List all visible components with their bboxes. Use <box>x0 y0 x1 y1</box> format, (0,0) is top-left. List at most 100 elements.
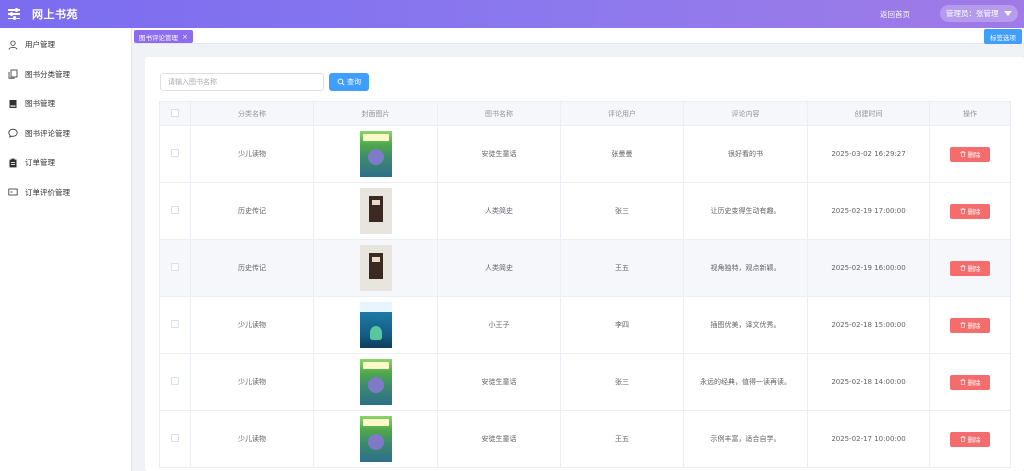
sidebar-item-order-reviews[interactable]: 订单评价管理 <box>0 178 131 208</box>
category-cell: 少儿读物 <box>190 125 314 183</box>
row-checkbox[interactable] <box>171 149 179 157</box>
tab-book-comments[interactable]: 图书评论管理 × <box>134 30 193 43</box>
book-cover-image <box>359 131 392 177</box>
book-cover-image <box>359 188 392 234</box>
comment-content-cell: 插图优美，译文优秀。 <box>683 296 808 354</box>
sidebar: 用户管理 图书分类管理 图书管理 图书评论管理 订单管理 订单评价管理 <box>0 28 132 471</box>
table-row: 少儿读物 安徒生童话 王五 示例丰富，适合自学。 2025-02-17 10:0… <box>159 410 1011 468</box>
search-icon <box>337 78 345 86</box>
delete-icon <box>960 379 965 385</box>
delete-button[interactable]: 删除 <box>950 374 990 390</box>
comment-content-cell: 很好看的书 <box>683 125 808 183</box>
tab-options-button[interactable]: 标签选项 <box>984 29 1022 44</box>
user-icon <box>8 40 18 50</box>
sidebar-item-users[interactable]: 用户管理 <box>0 30 131 60</box>
search-button[interactable]: 查询 <box>329 73 369 91</box>
delete-icon <box>960 322 965 328</box>
caret-down-icon <box>1004 11 1012 16</box>
comment-content-cell: 永远的经典，值得一读再读。 <box>683 353 808 411</box>
content-panel: 查询 分类名称 封面图片 图书名称 评论用户 评论内容 创建时间 操作 少儿读物 <box>145 57 1024 471</box>
user-label: 管理员：张管理 <box>946 9 999 18</box>
return-home-link[interactable]: 返回首页 <box>880 9 910 20</box>
category-cell: 少儿读物 <box>190 353 314 411</box>
delete-button[interactable]: 删除 <box>950 317 990 333</box>
created-time-cell: 2025-02-19 16:00:00 <box>807 239 930 297</box>
book-name-cell: 人类简史 <box>437 182 561 240</box>
tickets-icon <box>8 187 18 197</box>
created-time-cell: 2025-02-18 14:00:00 <box>807 353 930 411</box>
row-checkbox[interactable] <box>171 263 179 271</box>
comment-user-cell: 李四 <box>560 296 684 354</box>
created-time-cell: 2025-02-18 15:00:00 <box>807 296 930 354</box>
book-name-search-input[interactable] <box>160 73 324 91</box>
table-row: 历史传记 人类简史 张三 让历史变得生动有趣。 2025-02-19 17:00… <box>159 182 1011 240</box>
book-icon <box>8 99 18 109</box>
sidebar-item-label: 图书评论管理 <box>25 128 70 138</box>
column-header: 评论用户 <box>560 101 684 126</box>
delete-icon <box>960 265 965 271</box>
row-checkbox[interactable] <box>171 434 179 442</box>
tabs-bar: 图书评论管理 × 标签选项 <box>132 28 1024 44</box>
delete-button[interactable]: 删除 <box>950 431 990 447</box>
comment-user-cell: 张三 <box>560 182 684 240</box>
sidebar-item-orders[interactable]: 订单管理 <box>0 148 131 178</box>
sidebar-item-label: 图书管理 <box>25 99 55 109</box>
delete-icon <box>960 208 965 214</box>
sidebar-item-book-categories[interactable]: 图书分类管理 <box>0 60 131 90</box>
category-cell: 少儿读物 <box>190 410 314 468</box>
app-title: 网上书苑 <box>32 8 78 21</box>
comment-content-cell: 示例丰富，适合自学。 <box>683 410 808 468</box>
delete-button[interactable]: 删除 <box>950 203 990 219</box>
tab-label: 图书评论管理 <box>139 33 178 42</box>
book-cover-image <box>359 302 392 348</box>
delete-label: 删除 <box>967 151 981 159</box>
column-header: 创建时间 <box>807 101 930 126</box>
delete-label: 删除 <box>967 208 981 216</box>
sidebar-item-books[interactable]: 图书管理 <box>0 89 131 119</box>
book-name-cell: 人类简史 <box>437 239 561 297</box>
book-cover-image <box>359 359 392 405</box>
sidebar-item-label: 订单评价管理 <box>25 187 70 197</box>
search-button-label: 查询 <box>347 78 361 86</box>
sidebar-item-label: 图书分类管理 <box>25 69 70 79</box>
delete-button[interactable]: 删除 <box>950 146 990 162</box>
sidebar-item-book-comments[interactable]: 图书评论管理 <box>0 119 131 149</box>
row-checkbox[interactable] <box>171 320 179 328</box>
copy-icon <box>8 69 18 79</box>
sidebar-item-label: 订单管理 <box>25 158 55 168</box>
comment-user-cell: 张三 <box>560 353 684 411</box>
close-icon[interactable]: × <box>182 33 188 41</box>
category-cell: 历史传记 <box>190 182 314 240</box>
user-menu-button[interactable]: 管理员：张管理 <box>940 5 1018 22</box>
comment-user-cell: 张曼曼 <box>560 125 684 183</box>
table-row: 少儿读物 安徒生童话 张三 永远的经典，值得一读再读。 2025-02-18 1… <box>159 353 1011 411</box>
menu-toggle-icon[interactable] <box>8 7 20 20</box>
delete-label: 删除 <box>967 265 981 273</box>
book-name-cell: 安徒生童话 <box>437 353 561 411</box>
book-cover-image <box>359 245 392 291</box>
book-name-cell: 安徒生童话 <box>437 410 561 468</box>
comments-table: 分类名称 封面图片 图书名称 评论用户 评论内容 创建时间 操作 少儿读物 安徒… <box>159 101 1011 468</box>
delete-label: 删除 <box>967 322 981 330</box>
column-header: 封面图片 <box>313 101 438 126</box>
select-all-checkbox[interactable] <box>171 108 179 117</box>
row-checkbox[interactable] <box>171 206 179 214</box>
category-cell: 历史传记 <box>190 239 314 297</box>
delete-button[interactable]: 删除 <box>950 260 990 276</box>
book-cover-image <box>359 416 392 462</box>
table-row: 少儿读物 小王子 李四 插图优美，译文优秀。 2025-02-18 15:00:… <box>159 296 1011 354</box>
select-all-cell <box>159 101 191 126</box>
column-header: 分类名称 <box>190 101 314 126</box>
created-time-cell: 2025-03-02 16:29:27 <box>807 125 930 183</box>
table-row: 少儿读物 安徒生童话 张曼曼 很好看的书 2025-03-02 16:29:27… <box>159 125 1011 183</box>
table-header-row: 分类名称 封面图片 图书名称 评论用户 评论内容 创建时间 操作 <box>159 101 1011 126</box>
delete-icon <box>960 436 965 442</box>
delete-label: 删除 <box>967 436 981 444</box>
column-header: 评论内容 <box>683 101 808 126</box>
row-checkbox[interactable] <box>171 377 179 385</box>
comment-user-cell: 王五 <box>560 410 684 468</box>
delete-icon <box>960 151 965 157</box>
column-header: 图书名称 <box>437 101 561 126</box>
column-header: 操作 <box>929 101 1011 126</box>
table-row: 历史传记 人类简史 王五 视角独特，观点新颖。 2025-02-19 16:00… <box>159 239 1011 297</box>
